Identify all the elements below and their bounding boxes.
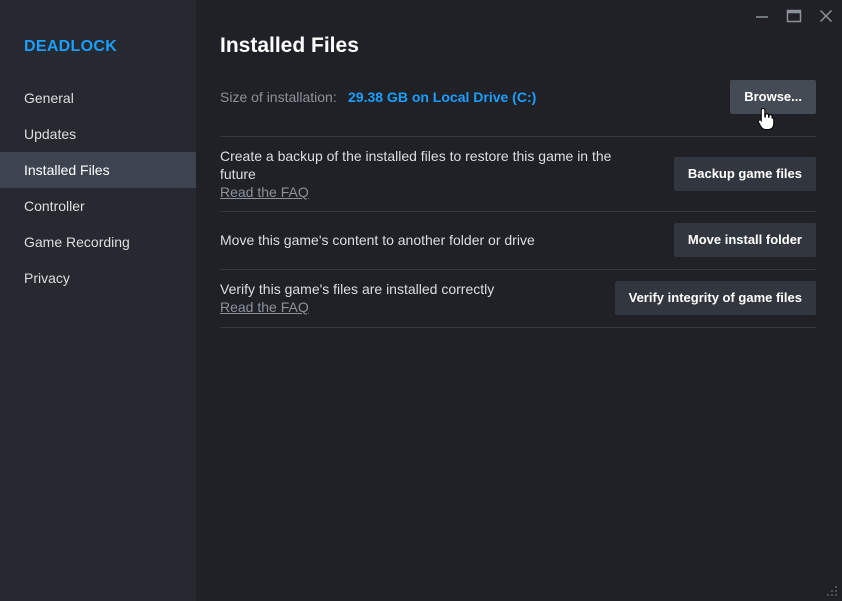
sidebar-item-installed-files[interactable]: Installed Files: [0, 152, 196, 188]
sidebar-nav: General Updates Installed Files Controll…: [0, 80, 196, 296]
verify-description-line1: Verify this game's files are installed c…: [220, 281, 495, 297]
backup-description: Create a backup of the installed files t…: [220, 147, 611, 201]
size-label: Size of installation:: [220, 89, 337, 105]
backup-faq-link[interactable]: Read the FAQ: [220, 183, 611, 201]
verify-description: Verify this game's files are installed c…: [220, 280, 494, 316]
main-content: Installed Files Size of installation: 29…: [220, 0, 816, 601]
backup-option-row: Create a backup of the installed files t…: [220, 137, 816, 211]
move-option-row: Move this game's content to another fold…: [220, 212, 816, 269]
sidebar-item-game-recording[interactable]: Game Recording: [0, 224, 196, 260]
browse-button[interactable]: Browse...: [730, 80, 816, 114]
resize-grip-icon[interactable]: [826, 585, 838, 597]
game-title: DEADLOCK: [24, 38, 118, 55]
sidebar-item-privacy[interactable]: Privacy: [0, 260, 196, 296]
page-title: Installed Files: [220, 34, 359, 57]
verify-faq-link[interactable]: Read the FAQ: [220, 298, 494, 316]
close-icon: [819, 9, 833, 23]
divider: [220, 327, 816, 328]
backup-description-line1: Create a backup of the installed files t…: [220, 148, 612, 164]
sidebar: DEADLOCK General Updates Installed Files…: [0, 0, 196, 601]
move-description: Move this game's content to another fold…: [220, 232, 535, 248]
backup-game-files-button[interactable]: Backup game files: [673, 157, 816, 191]
sidebar-item-controller[interactable]: Controller: [0, 188, 196, 224]
sidebar-item-general[interactable]: General: [0, 80, 196, 116]
sidebar-item-updates[interactable]: Updates: [0, 116, 196, 152]
verify-integrity-button[interactable]: Verify integrity of game files: [614, 281, 816, 315]
installation-size-row: Size of installation: 29.38 GB on Local …: [220, 80, 816, 114]
size-value-link[interactable]: 29.38 GB on Local Drive (C:): [348, 89, 536, 105]
move-install-folder-button[interactable]: Move install folder: [673, 223, 816, 257]
verify-option-row: Verify this game's files are installed c…: [220, 270, 816, 327]
backup-description-line2: future: [220, 166, 256, 182]
